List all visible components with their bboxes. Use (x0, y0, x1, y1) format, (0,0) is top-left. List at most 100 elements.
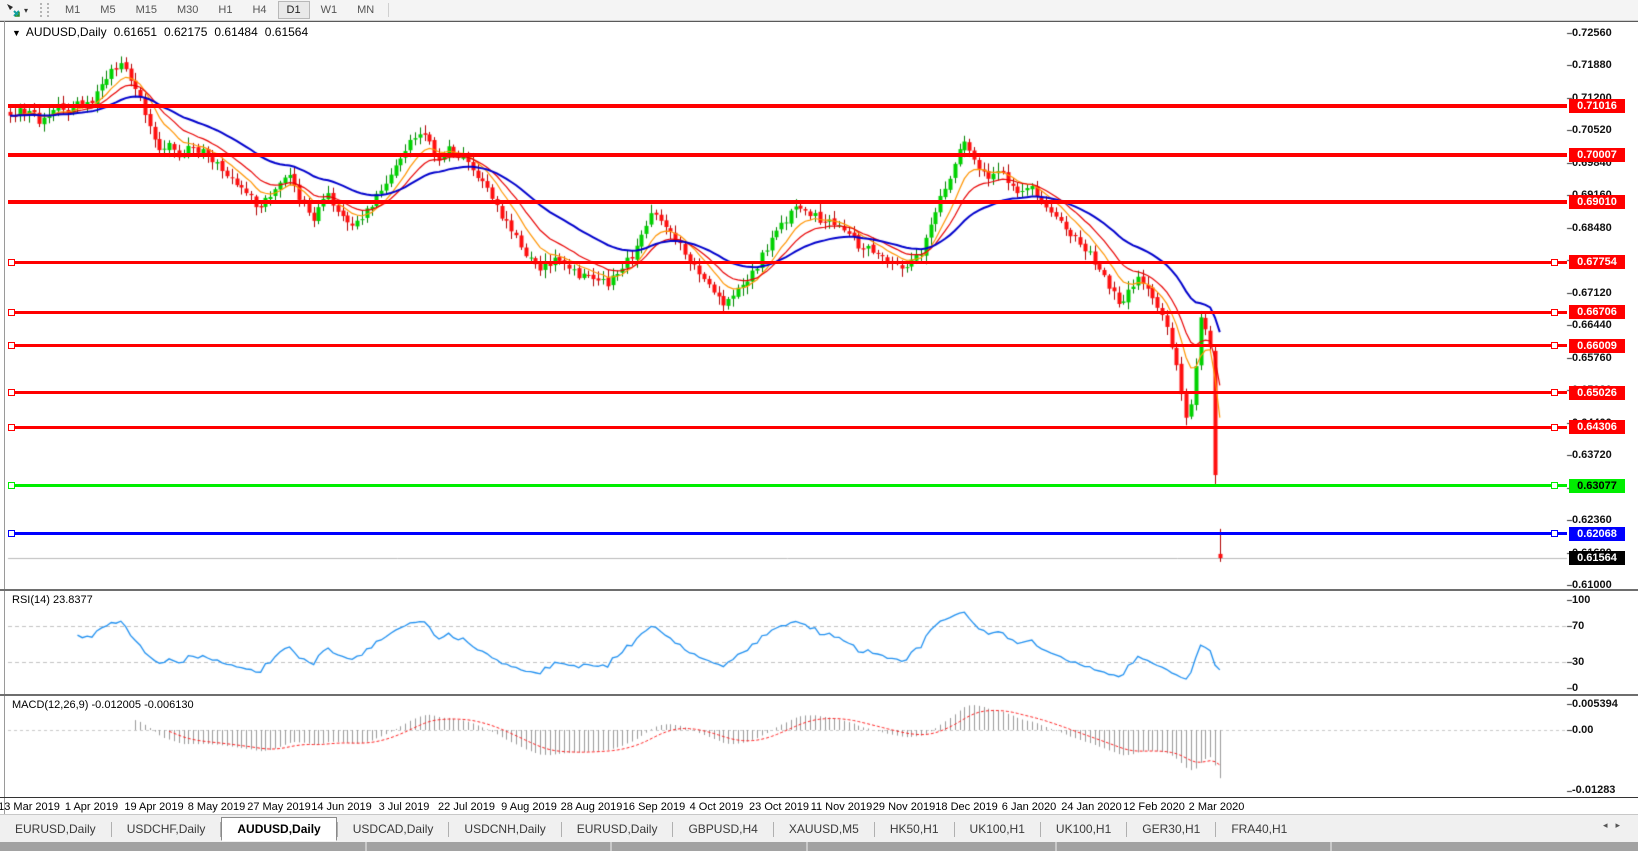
date-axis-label: 14 Jun 2019 (311, 801, 372, 813)
horizontal-level-line-0.62068[interactable] (8, 532, 1567, 535)
tab-usdcnh-daily[interactable]: USDCNH,Daily (449, 818, 560, 840)
tab-fra40-h1[interactable]: FRA40,H1 (1216, 818, 1302, 840)
tab-ger30-h1[interactable]: GER30,H1 (1127, 818, 1215, 840)
quote-high: 0.62175 (164, 25, 207, 39)
price-axis-tick: 0.70520 (1572, 124, 1612, 136)
rsi-scale-tick: 70 (1572, 620, 1584, 632)
tab-scroll-left-icon[interactable]: ◂ (1603, 820, 1616, 830)
level-anchor-handle[interactable] (1551, 482, 1558, 489)
date-axis-label: 3 Jul 2019 (379, 801, 430, 813)
date-axis-label: 16 Sep 2019 (623, 801, 685, 813)
rsi-scale-tick: 100 (1572, 594, 1590, 606)
tab-hk50-h1[interactable]: HK50,H1 (875, 818, 954, 840)
macd-scale-zero: 0.00 (1572, 724, 1593, 736)
tab-gbpusd-h4[interactable]: GBPUSD,H4 (673, 818, 772, 840)
price-axis-tick: 0.63720 (1572, 449, 1612, 461)
tab-eurusd-daily[interactable]: EURUSD,Daily (0, 818, 111, 840)
horizontal-level-line-0.63077[interactable] (8, 484, 1567, 487)
level-price-label: 0.66706 (1569, 305, 1625, 319)
quote-close: 0.61564 (265, 25, 308, 39)
horizontal-level-line-0.71016[interactable] (8, 104, 1567, 108)
price-axis-tick: 0.67120 (1572, 287, 1612, 299)
level-price-label: 0.69010 (1569, 195, 1625, 209)
rsi-panel-separator[interactable] (0, 589, 1638, 591)
macd-scale-bottom: -0.01283 (1572, 784, 1615, 796)
price-axis-tick: 0.65760 (1572, 352, 1612, 364)
rsi-scale-tick: 30 (1572, 656, 1584, 668)
level-price-label: 0.62068 (1569, 527, 1625, 541)
macd-panel-separator[interactable] (0, 694, 1638, 696)
level-anchor-handle[interactable] (8, 342, 15, 349)
macd-values: -0.012005 -0.006130 (91, 699, 193, 711)
horizontal-level-line-0.70007[interactable] (8, 153, 1567, 157)
date-axis-label: 6 Jan 2020 (1002, 801, 1056, 813)
level-anchor-handle[interactable] (1551, 530, 1558, 537)
date-axis-label: 12 Feb 2020 (1123, 801, 1185, 813)
level-anchor-handle[interactable] (1551, 342, 1558, 349)
tab-uk100-h1[interactable]: UK100,H1 (1041, 818, 1126, 840)
level-anchor-handle[interactable] (1551, 259, 1558, 266)
tab-xauusd-m5[interactable]: XAUUSD,M5 (774, 818, 874, 840)
level-anchor-handle[interactable] (8, 530, 15, 537)
price-axis-tick: 0.68480 (1572, 222, 1612, 234)
date-axis-label: 8 May 2019 (188, 801, 245, 813)
level-anchor-handle[interactable] (8, 424, 15, 431)
price-axis-tick: 0.66440 (1572, 319, 1612, 331)
scrollbar-mark (1055, 842, 1057, 851)
quote-low: 0.61484 (214, 25, 257, 39)
level-anchor-handle[interactable] (1551, 389, 1558, 396)
level-price-label: 0.65026 (1569, 386, 1625, 400)
collapse-icon[interactable]: ▼ (12, 28, 21, 38)
level-anchor-handle[interactable] (8, 482, 15, 489)
horizontal-level-line-0.66009[interactable] (8, 344, 1567, 347)
level-anchor-handle[interactable] (8, 309, 15, 316)
chart-symbol-label: AUDUSD,Daily (26, 25, 107, 39)
level-price-label: 0.66009 (1569, 339, 1625, 353)
quote-open: 0.61651 (114, 25, 157, 39)
bottom-scrollbar-track[interactable] (0, 842, 1638, 851)
horizontal-level-line-0.67754[interactable] (8, 261, 1567, 264)
chart-tab-bar: EURUSD,DailyUSDCHF,DailyAUDUSD,DailyUSDC… (0, 814, 1638, 843)
rsi-value: 23.8377 (53, 594, 93, 606)
horizontal-level-line-0.69010[interactable] (8, 200, 1567, 204)
date-axis-label: 18 Dec 2019 (935, 801, 997, 813)
price-axis-tick: 0.62360 (1572, 514, 1612, 526)
level-anchor-handle[interactable] (1551, 424, 1558, 431)
level-price-label: 0.64306 (1569, 420, 1625, 434)
level-anchor-handle[interactable] (1551, 309, 1558, 316)
date-axis-label: 23 Oct 2019 (749, 801, 809, 813)
current-price-label: 0.61564 (1569, 551, 1625, 565)
chart-title: ▼ AUDUSD,Daily 0.61651 0.62175 0.61484 0.6156… (12, 25, 308, 39)
tab-usdchf-daily[interactable]: USDCHF,Daily (112, 818, 221, 840)
date-axis-label: 29 Nov 2019 (873, 801, 935, 813)
chart-bottom-border (0, 797, 1638, 798)
scrollbar-mark (610, 842, 612, 851)
level-price-label: 0.63077 (1569, 479, 1625, 493)
tab-usdcad-daily[interactable]: USDCAD,Daily (338, 818, 449, 840)
scrollbar-mark (806, 842, 808, 851)
macd-scale-top: 0.005394 (1572, 698, 1618, 710)
horizontal-level-line-0.66706[interactable] (8, 311, 1567, 314)
date-axis-label: 28 Aug 2019 (561, 801, 623, 813)
horizontal-level-line-0.64306[interactable] (8, 426, 1567, 429)
level-price-label: 0.67754 (1569, 255, 1625, 269)
tab-audusd-daily[interactable]: AUDUSD,Daily (221, 817, 336, 841)
tab-uk100-h1[interactable]: UK100,H1 (955, 818, 1040, 840)
rsi-scale-tick: 0 (1572, 682, 1578, 694)
level-price-label: 0.70007 (1569, 148, 1625, 162)
tab-eurusd-daily[interactable]: EURUSD,Daily (562, 818, 673, 840)
date-axis-label: 4 Oct 2019 (690, 801, 744, 813)
scrollbar-mark (1330, 842, 1332, 851)
tab-scroll-right-icon[interactable]: ▸ (1615, 820, 1628, 830)
scrollbar-mark (365, 842, 367, 851)
date-axis-label: 9 Aug 2019 (501, 801, 557, 813)
tab-scroll-arrows[interactable]: ◂▸ (1603, 820, 1628, 831)
level-anchor-handle[interactable] (8, 389, 15, 396)
horizontal-level-line-0.65026[interactable] (8, 391, 1567, 394)
date-axis-label: 1 Apr 2019 (65, 801, 118, 813)
date-axis-label: 19 Apr 2019 (124, 801, 183, 813)
rsi-indicator-label: RSI(14) 23.8377 (12, 594, 93, 606)
level-anchor-handle[interactable] (8, 259, 15, 266)
mt4-window: ▾ M1M5M15M30H1H4D1W1MN ▼AUDUSD,Daily0.61… (0, 0, 1638, 851)
level-price-label: 0.71016 (1569, 99, 1625, 113)
